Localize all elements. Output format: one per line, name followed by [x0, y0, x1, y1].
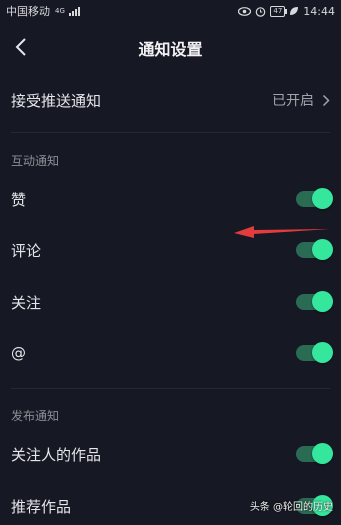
toggle-knob — [312, 239, 333, 260]
battery-icon: 47 — [270, 5, 288, 17]
toggle-knob — [312, 188, 333, 209]
section-interaction-label: 互动通知 — [11, 154, 60, 168]
following-works-toggle[interactable] — [296, 443, 333, 464]
push-notification-label: 接受推送通知 — [11, 91, 102, 110]
like-toggle[interactable] — [296, 188, 333, 209]
setting-label-comment: 评论 — [11, 241, 42, 260]
divider — [11, 388, 330, 389]
push-notification-status: 已开启 — [272, 90, 330, 110]
carrier-name: 中国移动 — [6, 5, 50, 18]
push-status-text: 已开启 — [272, 93, 314, 109]
setting-row-like: 赞 — [0, 180, 341, 218]
setting-label-following-works: 关注人的作品 — [11, 445, 102, 464]
eye-icon — [238, 6, 252, 16]
divider — [11, 132, 330, 133]
mention-toggle[interactable] — [296, 342, 333, 363]
status-left: 中国移动 4G — [6, 3, 80, 19]
alarm-icon — [256, 6, 266, 17]
toggle-knob — [312, 443, 333, 464]
setting-row-follow: 关注 — [0, 283, 341, 321]
watermark: 头条 @轮回的历史 — [249, 502, 333, 513]
clock-time: 14:44 — [303, 4, 335, 18]
leaf-icon — [290, 7, 299, 15]
nav-header: 通知设置 — [0, 22, 341, 72]
setting-label-like: 赞 — [11, 190, 27, 209]
push-notification-row[interactable]: 接受推送通知 已开启 — [0, 80, 341, 120]
follow-toggle[interactable] — [296, 291, 333, 312]
setting-label-recommended-works: 推荐作品 — [11, 497, 72, 516]
toggle-knob — [312, 342, 333, 363]
setting-row-mention: @ — [0, 334, 341, 372]
toggle-knob — [312, 291, 333, 312]
setting-label-mention: @ — [11, 344, 26, 362]
page-title: 通知设置 — [138, 40, 203, 59]
setting-label-follow: 关注 — [11, 293, 42, 312]
network-type: 4G — [55, 7, 65, 15]
section-publish-label: 发布通知 — [11, 409, 60, 423]
red-arrow-icon — [234, 226, 330, 238]
signal-icon — [68, 6, 80, 16]
status-right: 47 14:44 — [238, 5, 335, 18]
setting-row-following-works: 关注人的作品 — [0, 435, 341, 473]
status-bar: 中国移动 4G 47 14:44 — [0, 0, 341, 22]
comment-toggle[interactable] — [296, 239, 333, 260]
chevron-right-icon — [322, 94, 330, 106]
